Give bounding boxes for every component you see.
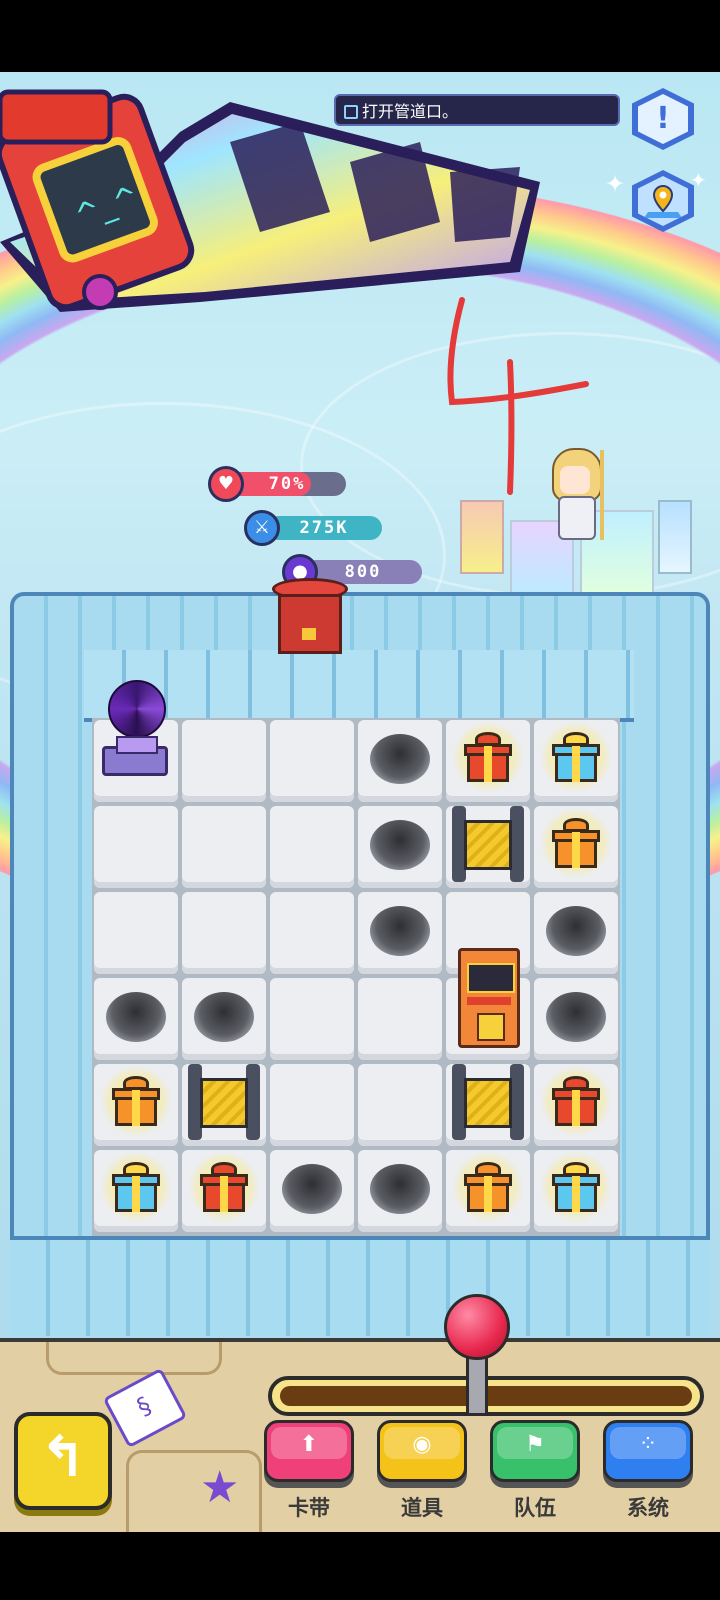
board-grid	[92, 680, 620, 1238]
back-button[interactable]: ↰	[14, 1412, 112, 1510]
gate-icon	[188, 1064, 260, 1140]
board-cell-hole[interactable]	[534, 892, 618, 974]
nav-button-2[interactable]: ⚑	[490, 1420, 580, 1482]
hole-icon	[370, 1164, 430, 1214]
board-cell-hole[interactable]	[94, 978, 178, 1060]
board-cell-gift-orange[interactable]	[534, 806, 618, 888]
board-cell-floor[interactable]	[94, 892, 178, 974]
nav-label: 道具	[401, 1496, 443, 1520]
nav-label: 队伍	[514, 1496, 556, 1520]
board-cell-floor[interactable]	[270, 806, 354, 888]
gift-orange-icon	[453, 1152, 523, 1222]
hole-icon	[546, 992, 606, 1042]
nav-label: 卡带	[288, 1496, 330, 1520]
board-cell-floor[interactable]	[94, 806, 178, 888]
board-cell-hole[interactable]	[182, 978, 266, 1060]
board-cell-hole[interactable]	[358, 892, 442, 974]
hole-icon	[546, 906, 606, 956]
board-cell-gate[interactable]	[446, 806, 530, 888]
gate-icon	[452, 1064, 524, 1140]
heart-icon: ♥	[208, 466, 244, 502]
board-cell-gift-red[interactable]	[182, 1150, 266, 1232]
up-arrow-icon: ⬆	[299, 1432, 319, 1457]
checkbox-icon	[344, 105, 358, 119]
hole-icon	[370, 906, 430, 956]
board-cell-gift-red[interactable]	[446, 720, 530, 802]
gift-blue-icon	[541, 1152, 611, 1222]
gift-red-icon	[189, 1152, 259, 1222]
bag-icon: ◉	[412, 1432, 432, 1457]
gate-icon	[452, 806, 524, 882]
board-cell-portal[interactable]	[94, 680, 178, 802]
points-value: 800	[344, 562, 382, 582]
map-pin-icon	[638, 176, 688, 226]
board-cell-floor[interactable]	[270, 892, 354, 974]
board-cell-gift-red[interactable]	[534, 1064, 618, 1146]
gift-red-icon	[453, 722, 523, 792]
board-cell-gift-blue[interactable]	[534, 720, 618, 802]
gift-orange-icon	[101, 1066, 171, 1136]
board-cell-hole[interactable]	[270, 1150, 354, 1232]
board-cell-floor[interactable]	[182, 806, 266, 888]
nav-label: 系统	[627, 1496, 669, 1520]
hole-icon	[106, 992, 166, 1042]
hole-icon	[194, 992, 254, 1042]
board-cell-floor[interactable]	[270, 978, 354, 1060]
attack-value: 275K	[299, 518, 349, 538]
nav-button-0[interactable]: ⬆	[264, 1420, 354, 1482]
joystick-knob[interactable]	[444, 1294, 510, 1360]
board-cell-hole[interactable]	[534, 978, 618, 1060]
hole-icon	[282, 1164, 342, 1214]
board-cell-gift-orange[interactable]	[94, 1064, 178, 1146]
alert-icon: !	[638, 94, 688, 144]
board-cell-hole[interactable]	[358, 720, 442, 802]
health-value: 70%	[268, 474, 306, 494]
arcade-machine-icon	[458, 948, 520, 1048]
gift-blue-icon	[541, 722, 611, 792]
board-cell-gift-blue[interactable]	[534, 1150, 618, 1232]
nav-button-1[interactable]: ◉	[377, 1420, 467, 1482]
sparkle-icon: ✦	[690, 168, 707, 192]
hole-icon	[370, 734, 430, 784]
hole-icon	[370, 820, 430, 870]
board-cell-hole[interactable]	[358, 1150, 442, 1232]
status-bar	[0, 0, 720, 72]
flag-icon: ⚑	[525, 1432, 545, 1457]
board-cell-floor[interactable]	[270, 1064, 354, 1146]
board-cell-floor[interactable]	[182, 720, 266, 802]
board-cell-gate[interactable]	[446, 1064, 530, 1146]
board-cell-hole[interactable]	[358, 806, 442, 888]
nav-button-3[interactable]: ⁘	[603, 1420, 693, 1482]
back-arrow-icon: ↰	[39, 1425, 87, 1490]
navigation-bar	[0, 1532, 720, 1600]
board-cell-floor[interactable]	[358, 1064, 442, 1146]
quest-bar[interactable]: 打开管道口。	[334, 94, 620, 126]
player-character	[542, 440, 612, 550]
portal-icon	[102, 680, 170, 790]
board-cell-floor[interactable]	[270, 720, 354, 802]
board-cell-arcade[interactable]	[446, 948, 530, 1060]
gift-orange-icon	[541, 808, 611, 878]
health-bar: 70%	[228, 472, 346, 496]
grid-dots-icon: ⁘	[638, 1432, 658, 1457]
board-cell-gift-blue[interactable]	[94, 1150, 178, 1232]
board-cell-gate[interactable]	[182, 1064, 266, 1146]
attack-bar: 275K	[266, 516, 382, 540]
quest-text: 打开管道口。	[362, 102, 459, 121]
sparkle-icon: ✦	[605, 170, 626, 198]
board-cell-floor[interactable]	[182, 892, 266, 974]
sword-icon: ⚔	[244, 510, 280, 546]
star-icon: ★	[200, 1462, 240, 1513]
gift-red-icon	[541, 1066, 611, 1136]
board-cell-gift-orange[interactable]	[446, 1150, 530, 1232]
board-cell-floor[interactable]	[358, 978, 442, 1060]
wall-bottom-bricks	[10, 1236, 710, 1336]
pipe-entrance[interactable]	[272, 578, 348, 658]
gift-blue-icon	[101, 1152, 171, 1222]
